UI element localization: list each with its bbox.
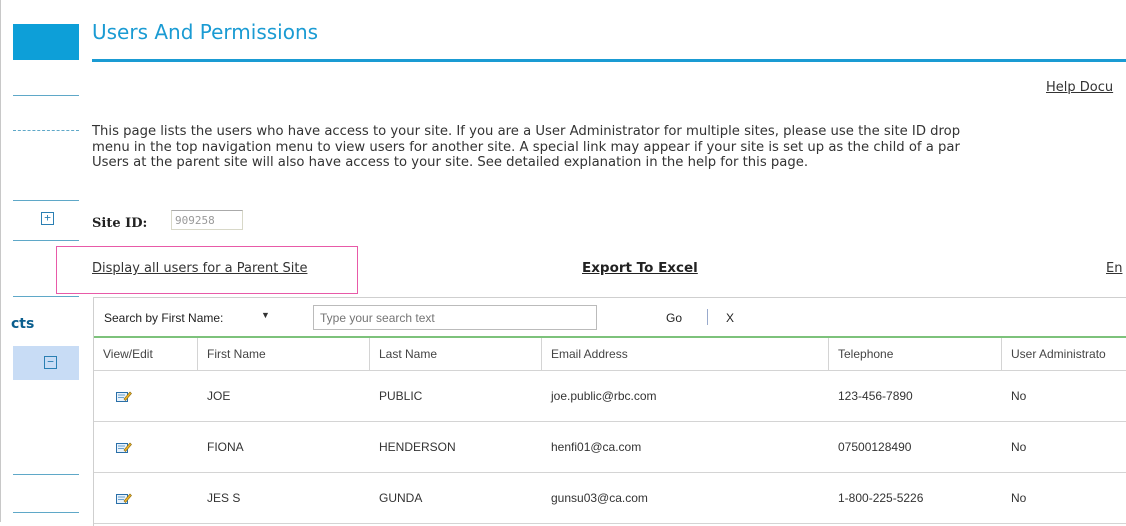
- edit-icon[interactable]: [116, 441, 132, 454]
- user-admin-cell: No: [1011, 440, 1027, 454]
- sidebar-divider: [13, 130, 79, 131]
- table-row: JES S GUNDA gunsu03@ca.com 1-800-225-522…: [94, 473, 1126, 524]
- sidebar-divider: [13, 95, 79, 96]
- user-admin-cell: No: [1011, 389, 1027, 403]
- column-header-email[interactable]: Email Address: [542, 338, 829, 370]
- user-admin-cell: No: [1011, 491, 1027, 505]
- sidebar-divider: [13, 200, 79, 201]
- search-bar: Search by First Name: ▼ Go X: [94, 298, 1126, 338]
- last-name-cell: PUBLIC: [379, 389, 423, 403]
- site-id-label: Site ID:: [92, 216, 148, 231]
- email-cell: gunsu03@ca.com: [551, 491, 648, 505]
- title-rule: [92, 59, 1126, 62]
- description-line: menu in the top navigation menu to view …: [92, 139, 960, 155]
- description-line: This page lists the users who have acces…: [92, 124, 961, 139]
- sidebar-divider: [13, 240, 79, 241]
- telephone-cell: 07500128490: [838, 440, 912, 454]
- edit-icon[interactable]: [116, 390, 132, 403]
- column-header-first-name[interactable]: First Name: [198, 338, 370, 370]
- last-name-cell: GUNDA: [379, 491, 423, 505]
- email-cell: joe.public@rbc.com: [551, 389, 657, 403]
- edit-icon[interactable]: [116, 492, 132, 505]
- users-grid: Search by First Name: ▼ Go X View/Edit F…: [93, 297, 1126, 526]
- clear-search-button[interactable]: X: [726, 311, 734, 325]
- table-row: FIONA HENDERSON henfi01@ca.com 075001284…: [94, 422, 1126, 473]
- separator: [707, 309, 708, 325]
- first-name-cell: JOE: [207, 389, 231, 403]
- dropdown-caret-icon[interactable]: ▼: [261, 310, 270, 320]
- export-to-excel-link[interactable]: Export To Excel: [582, 260, 698, 276]
- sidebar-divider: [13, 474, 79, 475]
- email-cell: henfi01@ca.com: [551, 440, 642, 454]
- column-header-telephone[interactable]: Telephone: [829, 338, 1002, 370]
- truncated-action-link[interactable]: En: [1106, 261, 1122, 276]
- telephone-cell: 1-800-225-5226: [838, 491, 924, 505]
- column-header-view-edit[interactable]: View/Edit: [94, 338, 198, 370]
- expand-icon[interactable]: +: [41, 212, 54, 225]
- telephone-cell: 123-456-7890: [838, 389, 913, 403]
- search-field-label[interactable]: Search by First Name:: [104, 311, 223, 325]
- description-line: Users at the parent site will also have …: [92, 155, 809, 170]
- help-documentation-link[interactable]: Help Docu: [1046, 80, 1113, 95]
- sidebar-divider: [13, 296, 79, 297]
- site-id-field[interactable]: [171, 210, 243, 230]
- column-header-last-name[interactable]: Last Name: [370, 338, 542, 370]
- first-name-cell: JES S: [207, 491, 241, 505]
- parent-site-users-link[interactable]: Display all users for a Parent Site: [92, 261, 307, 276]
- page-description: This page lists the users who have acces…: [92, 124, 1126, 171]
- first-name-cell: FIONA: [207, 440, 244, 454]
- column-header-user-admin[interactable]: User Administrato: [1002, 338, 1126, 370]
- sidebar-header-block: [13, 24, 79, 60]
- go-button[interactable]: Go: [666, 311, 682, 325]
- page-title: Users And Permissions: [92, 20, 319, 44]
- sidebar-section-label[interactable]: cts: [11, 316, 34, 332]
- last-name-cell: HENDERSON: [379, 440, 456, 454]
- table-row: JOE PUBLIC joe.public@rbc.com 123-456-78…: [94, 371, 1126, 422]
- search-input[interactable]: [313, 305, 597, 330]
- table-header-row: View/Edit First Name Last Name Email Add…: [94, 338, 1126, 371]
- sidebar-divider: [13, 512, 79, 513]
- collapse-icon[interactable]: −: [44, 356, 57, 369]
